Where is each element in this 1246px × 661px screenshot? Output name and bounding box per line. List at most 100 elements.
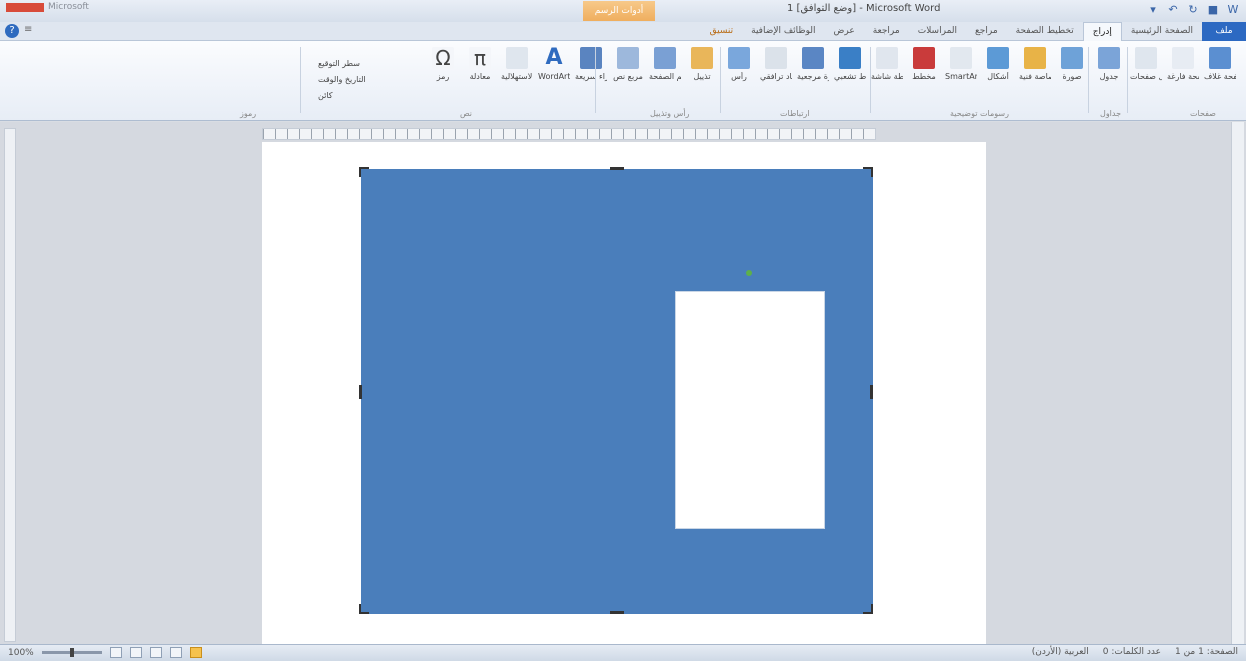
office-logo [6,3,44,12]
shapes-button[interactable]: أشكال [982,47,1014,82]
ribbon-collapse-icon[interactable]: ≡ [24,24,32,35]
rotation-handle[interactable] [746,270,752,276]
ribbon: صفحة غلاف صفحة فارغة فاصل صفحات جدول صورة قصا… [0,41,1246,121]
hyperlink-button[interactable]: ارتباط تشعبي [834,47,866,82]
ribbon-group-separator [870,47,871,113]
header-label: رأس [731,72,747,81]
page-number-button[interactable]: رقم الصفحة [649,47,681,82]
ribbon-group-separator [300,47,301,113]
status-bar: 100% العربية (الأردن) عدد الكلمات: 0 الص… [0,644,1246,661]
quick-parts-icon [580,47,602,69]
ribbon-tabs: ملف الصفحة الرئيسية إدراج تخطيط الصفحة مراجع… [701,22,1246,41]
tab-9[interactable]: تنسيق [701,22,742,41]
picture-label: صورة [1062,72,1082,81]
page-break-label: فاصل صفحات [1130,72,1162,81]
tab-3[interactable]: تخطيط الصفحة [1007,22,1083,41]
print-layout-button[interactable] [189,647,202,658]
crop-handle-top[interactable] [610,167,624,170]
table-icon [1098,47,1120,69]
equation-button[interactable]: π معادلة [464,47,496,82]
tab-2[interactable]: إدراج [1082,22,1122,41]
date-time-item[interactable]: التاريخ والوقت [318,75,366,84]
cover-page-button[interactable]: صفحة غلاف [1204,47,1236,82]
ribbon-group-separator [1088,47,1089,113]
footer-icon [691,47,713,69]
table-button[interactable]: جدول [1093,47,1125,82]
ribbon-group-label: صفحات [1190,109,1216,118]
blank-page-button[interactable]: صفحة فارغة [1167,47,1199,82]
tab-8[interactable]: الوظائف الإضافية [742,22,824,41]
status-info: العربية (الأردن) عدد الكلمات: 0 الصفحة: … [1032,647,1238,657]
ribbon-group-label: ارتباطات [780,109,810,118]
ribbon-group-label: جداول [1100,109,1122,118]
outline-view-button[interactable] [129,647,142,658]
ribbon-group-label: رسومات توضيحية [950,109,1009,118]
header-button[interactable]: رأس [723,47,755,82]
draft-view-button[interactable] [109,647,122,658]
ribbon-tabs-row: ? ≡ ملف الصفحة الرئيسية إدراج تخطيط الصفحة م… [0,22,1246,41]
table-label: جدول [1099,72,1119,81]
smartart-button[interactable]: SmartArt [945,47,977,82]
horizontal-ruler[interactable] [262,128,876,140]
help-icon[interactable]: ? [5,24,19,38]
word-count[interactable]: عدد الكلمات: 0 [1103,647,1161,657]
bookmark-label: إشارة مرجعية [797,72,829,81]
screenshot-icon [876,47,898,69]
tab-7[interactable]: عرض [824,22,863,41]
cover-page-label: صفحة غلاف [1204,72,1236,81]
clip-art-button[interactable]: قصاصة فنية [1019,47,1051,82]
cross-reference-icon [765,47,787,69]
screenshot-button[interactable]: لقطة شاشة [871,47,903,82]
cross-reference-button[interactable]: إسناد ترافقي [760,47,792,82]
word-icon[interactable]: W [1226,3,1240,17]
shapes-label: أشكال [987,72,1009,81]
ribbon-group-separator [1127,47,1128,113]
page-number-label: رقم الصفحة [649,72,681,81]
ribbon-group-separator [720,47,721,113]
tab-1[interactable]: الصفحة الرئيسية [1122,22,1202,41]
page-indicator[interactable]: الصفحة: 1 من 1 [1175,647,1238,657]
hyperlink-icon [839,47,861,69]
crop-handle-bottom-right[interactable] [863,604,873,614]
picture-button[interactable]: صورة [1056,47,1088,82]
crop-handle-bottom[interactable] [610,611,624,614]
quick-parts-button[interactable]: أجزاء سريعة [575,47,607,82]
zoom-slider[interactable] [41,648,102,657]
text-box-label: مربع نص [613,72,643,81]
object-item[interactable]: كائن [318,91,333,100]
chart-icon [913,47,935,69]
crop-handle-right[interactable] [870,385,873,399]
redo-icon[interactable]: ↻ [1186,3,1200,17]
wordart-button[interactable]: A WordArt [538,47,570,82]
tab-5[interactable]: المراسلات [909,22,966,41]
text-box-button[interactable]: مربع نص [612,47,644,82]
tab-6[interactable]: مراجعة [864,22,909,41]
symbol-icon: Ω [432,47,454,69]
full-screen-button[interactable] [169,647,182,658]
signature-line-item[interactable]: سطر التوقيع [318,59,360,68]
crop-handle-top-left[interactable] [359,167,369,177]
symbol-button[interactable]: Ω رمز [427,47,459,82]
crop-handle-bottom-left[interactable] [359,604,369,614]
cover-page-icon [1209,47,1231,69]
tab-0[interactable]: ملف [1202,22,1246,41]
zoom-level[interactable]: 100% [8,648,34,658]
bookmark-button[interactable]: إشارة مرجعية [797,47,829,82]
page-break-button[interactable]: فاصل صفحات [1130,47,1162,82]
wordart-label: WordArt [538,72,570,81]
crop-handle-top-right[interactable] [863,167,873,177]
chart-button[interactable]: مخطط [908,47,940,82]
white-rectangle-shape[interactable] [675,291,825,529]
undo-icon[interactable]: ↶ [1166,3,1180,17]
save-icon[interactable]: ■ [1206,3,1220,17]
language-indicator[interactable]: العربية (الأردن) [1032,647,1089,657]
drop-cap-button[interactable]: إسقاط الأحرف الاستهلالية [501,47,533,82]
drawing-tools-context-tab[interactable]: أدوات الرسم [583,1,655,21]
vertical-scrollbar[interactable] [1231,122,1244,644]
drop-cap-label: إسقاط الأحرف الاستهلالية [501,72,533,81]
tab-4[interactable]: مراجع [966,22,1007,41]
minimize-icon[interactable]: ▾ [1146,3,1160,17]
footer-button[interactable]: تذييل [686,47,718,82]
web-layout-button[interactable] [149,647,162,658]
crop-handle-left[interactable] [359,385,362,399]
